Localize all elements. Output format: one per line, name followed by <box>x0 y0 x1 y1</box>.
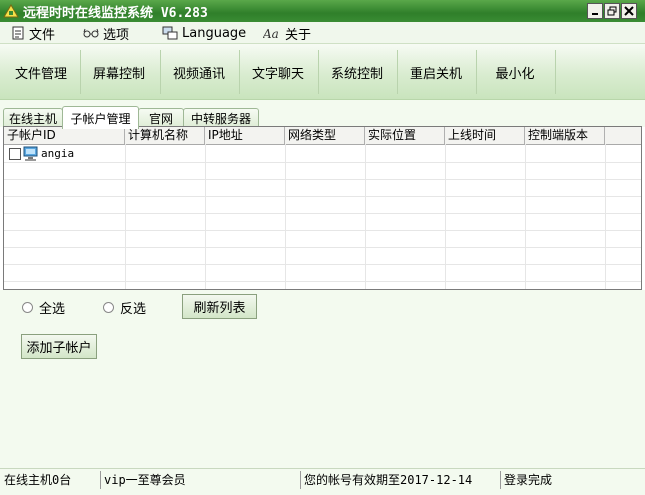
restart-shutdown-label: 重启关机 <box>409 66 462 82</box>
menu-about[interactable]: Aa 关于 <box>263 22 311 44</box>
menu-bar: 文件 选项 Language Aa 关于 <box>0 22 645 44</box>
grid-line <box>285 144 286 289</box>
close-icon <box>624 6 634 16</box>
grid-line <box>4 264 641 265</box>
grid-line <box>4 213 641 214</box>
screen-control-label: 屏幕控制 <box>92 66 145 82</box>
menu-options[interactable]: 选项 <box>83 22 129 44</box>
about-icon: Aa <box>263 27 279 40</box>
language-icon <box>162 26 178 40</box>
tab-relay-server[interactable]: 中转服务器 <box>183 108 259 128</box>
menu-language[interactable]: Language <box>162 22 246 44</box>
grid-line <box>4 196 641 197</box>
tab-online-hosts[interactable]: 在线主机 <box>3 108 63 128</box>
menu-file-label: 文件 <box>29 27 56 43</box>
status-vip: vip一至尊会员 <box>101 471 301 489</box>
menu-file[interactable]: 文件 <box>11 22 55 44</box>
status-online-count: 在线主机0台 <box>1 471 101 489</box>
screen-control-button[interactable]: 屏幕控制 <box>82 44 156 100</box>
grid-line <box>525 144 526 289</box>
select-all-label: 全选 <box>39 302 66 317</box>
text-chat-button[interactable]: 文字聊天 <box>241 44 315 100</box>
toolbar-divider <box>476 50 477 94</box>
grid-line <box>4 162 641 163</box>
app-logo-icon <box>3 4 19 18</box>
col-header-location[interactable]: 实际位置 <box>365 127 445 144</box>
grid-line <box>605 144 606 289</box>
invert-select-label: 反选 <box>120 302 147 317</box>
toolbar: 文件管理 屏幕控制 视频通讯 文字聊天 系统控制 重启关机 最小化 <box>0 44 645 100</box>
col-header-computer[interactable]: 计算机名称 <box>125 127 205 144</box>
refresh-list-label: 刷新列表 <box>193 301 246 316</box>
toolbar-divider <box>397 50 398 94</box>
file-manager-button[interactable]: 文件管理 <box>4 44 78 100</box>
restore-button[interactable] <box>604 3 620 19</box>
glasses-icon <box>83 28 99 38</box>
add-sub-account-button[interactable]: 添加子帐户 <box>21 334 97 359</box>
minimize-app-label: 最小化 <box>495 66 535 82</box>
minimize-app-button[interactable]: 最小化 <box>478 44 552 100</box>
grid-line <box>445 144 446 289</box>
invert-select-radio[interactable]: 反选 <box>103 298 146 317</box>
restore-icon <box>607 6 617 16</box>
row-checkbox[interactable] <box>9 148 21 160</box>
tab-relay-server-label: 中转服务器 <box>190 112 251 126</box>
table-header: 子帐户ID 计算机名称 IP地址 网络类型 实际位置 上线时间 控制端版本 <box>4 127 641 145</box>
sub-account-table: 子帐户ID 计算机名称 IP地址 网络类型 实际位置 上线时间 控制端版本 an… <box>3 126 642 290</box>
file-icon <box>12 26 24 40</box>
toolbar-divider <box>239 50 240 94</box>
add-sub-account-label: 添加子帐户 <box>26 341 92 356</box>
col-header-version[interactable]: 控制端版本 <box>525 127 605 144</box>
status-expiry: 您的帐号有效期至2017-12-14 <box>301 471 501 489</box>
toolbar-divider <box>80 50 81 94</box>
tab-official-site-label: 官网 <box>148 112 173 126</box>
grid-line <box>205 144 206 289</box>
file-manager-label: 文件管理 <box>14 66 67 82</box>
minimize-icon <box>592 13 598 15</box>
grid-line <box>4 247 641 248</box>
grid-line <box>365 144 366 289</box>
tab-online-hosts-label: 在线主机 <box>8 112 57 126</box>
tab-sub-account-label: 子帐户管理 <box>70 111 131 126</box>
video-call-label: 视频通讯 <box>172 66 225 82</box>
close-button[interactable] <box>621 3 637 19</box>
toolbar-divider <box>160 50 161 94</box>
row-id-cell: angia <box>41 147 75 160</box>
menu-options-label: 选项 <box>103 27 130 43</box>
tab-official-site[interactable]: 官网 <box>138 108 184 128</box>
system-control-label: 系统控制 <box>330 66 383 82</box>
tab-strip: 在线主机 子帐户管理 官网 中转服务器 <box>0 100 645 129</box>
action-panel: 全选 反选 刷新列表 添加子帐户 <box>0 290 645 468</box>
title-bar: 远程时时在线监控系统 V6.283 <box>0 0 645 22</box>
select-all-radio[interactable]: 全选 <box>22 298 65 317</box>
minimize-button[interactable] <box>587 3 603 19</box>
tab-sub-account[interactable]: 子帐户管理 <box>62 106 139 129</box>
toolbar-divider <box>318 50 319 94</box>
menu-about-label: 关于 <box>285 27 312 43</box>
col-header-id[interactable]: 子帐户ID <box>4 127 125 144</box>
grid-line <box>4 281 641 282</box>
text-chat-label: 文字聊天 <box>251 66 304 82</box>
video-call-button[interactable]: 视频通讯 <box>162 44 236 100</box>
svg-text:Aa: Aa <box>263 27 279 40</box>
restart-shutdown-button[interactable]: 重启关机 <box>399 44 473 100</box>
grid-line <box>4 230 641 231</box>
toolbar-divider <box>555 50 556 94</box>
radio-circle-icon <box>22 302 33 313</box>
col-header-network[interactable]: 网络类型 <box>285 127 365 144</box>
status-bar: 在线主机0台 vip一至尊会员 您的帐号有效期至2017-12-14 登录完成 <box>0 468 645 495</box>
radio-circle-icon <box>103 302 114 313</box>
col-header-online-time[interactable]: 上线时间 <box>445 127 525 144</box>
grid-line <box>125 144 126 289</box>
status-login: 登录完成 <box>504 473 553 487</box>
window-title: 远程时时在线监控系统 V6.283 <box>23 5 208 21</box>
col-header-ip[interactable]: IP地址 <box>205 127 285 144</box>
system-control-button[interactable]: 系统控制 <box>320 44 394 100</box>
refresh-list-button[interactable]: 刷新列表 <box>182 294 257 319</box>
menu-language-label: Language <box>182 25 247 41</box>
table-row[interactable]: angia <box>4 145 641 162</box>
grid-line <box>4 179 641 180</box>
computer-icon <box>23 146 38 161</box>
